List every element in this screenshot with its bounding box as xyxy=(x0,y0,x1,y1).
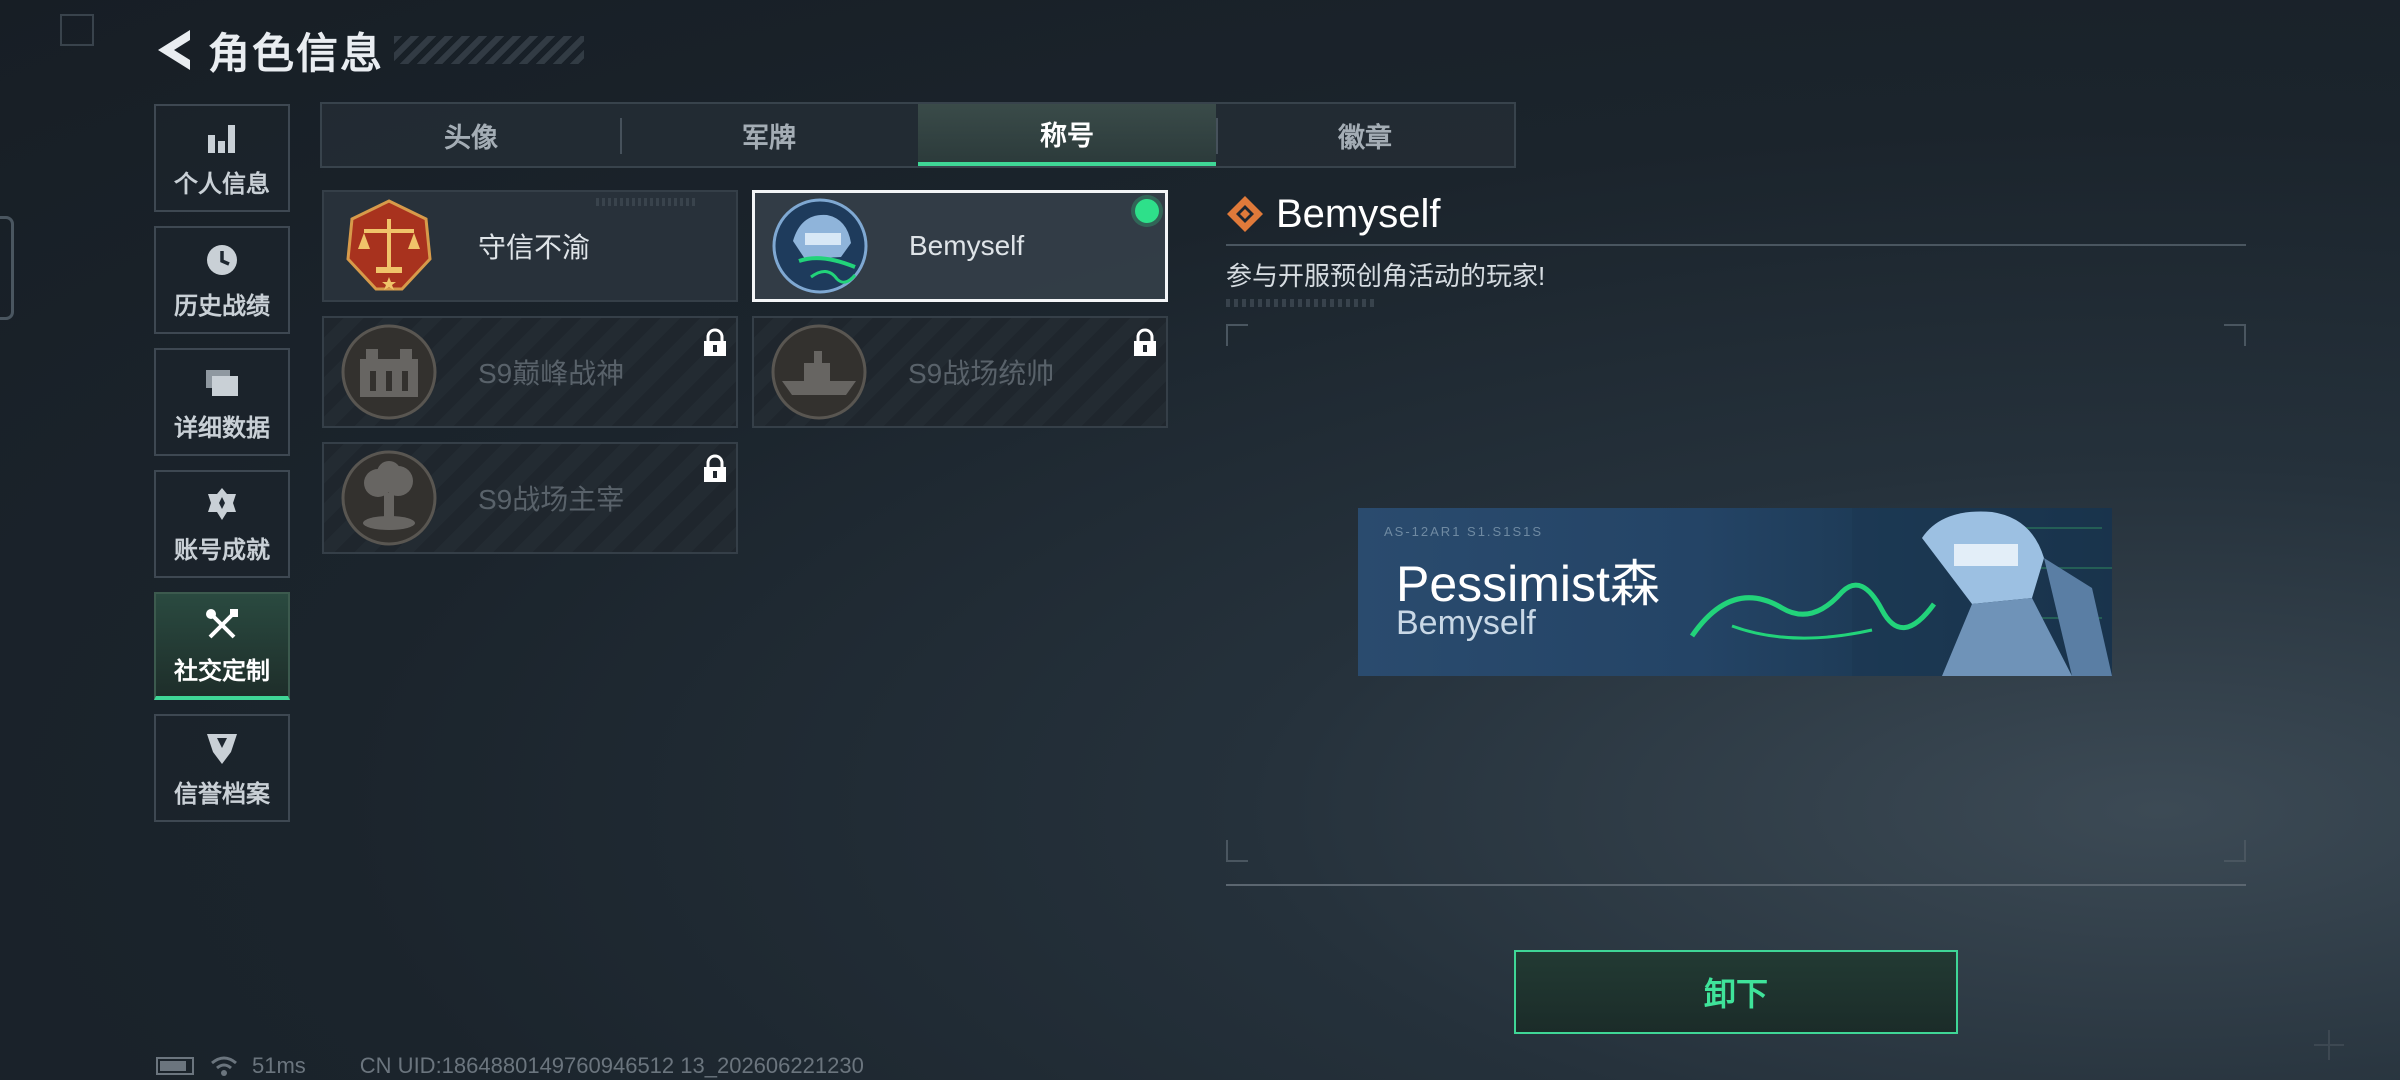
nav-label: 社交定制 xyxy=(174,657,270,685)
nav-item-history[interactable]: 历史战绩 xyxy=(154,226,290,334)
title-card-s9-peak[interactable]: S9巅峰战神 xyxy=(322,316,738,428)
nav-label: 个人信息 xyxy=(174,170,270,198)
nav-item-details[interactable]: 详细数据 xyxy=(154,348,290,456)
side-nav: 个人信息 历史战绩 详细数据 账号成就 社交定制 信誉档案 xyxy=(154,104,290,836)
back-button[interactable] xyxy=(150,22,198,78)
frame-corner xyxy=(1226,840,1248,862)
tools-icon xyxy=(202,605,242,645)
title-card-name: S9战场统帅 xyxy=(908,358,1055,389)
corner-marker xyxy=(60,14,94,46)
nav-item-achievements[interactable]: 账号成就 xyxy=(154,470,290,578)
nav-item-reputation[interactable]: 信誉档案 xyxy=(154,714,290,822)
description-decoration xyxy=(1226,299,1376,307)
divider xyxy=(1226,244,2246,246)
preview-baseline xyxy=(1226,884,2246,886)
title-card-s9-commander[interactable]: S9战场统帅 xyxy=(752,316,1168,428)
wifi-icon xyxy=(211,1056,237,1076)
folder-icon xyxy=(202,362,242,402)
soldier-art-icon xyxy=(1689,508,2112,676)
back-arrow-icon xyxy=(158,30,190,70)
equipped-indicator xyxy=(1135,199,1159,223)
title-card-name: S9巅峰战神 xyxy=(478,358,625,389)
lock-icon xyxy=(704,454,726,482)
title-decoration xyxy=(394,36,585,64)
history-icon xyxy=(202,240,242,280)
title-card-name: 守信不渝 xyxy=(478,232,591,263)
title-card-s9-dominator[interactable]: S9战场主宰 xyxy=(322,442,738,554)
header: 角色信息 xyxy=(150,22,585,78)
fortress-emblem-icon xyxy=(341,324,437,420)
tab-bar: 头像 军牌 称号 徽章 xyxy=(320,102,1516,168)
title-detail-panel: Bemyself 参与开服预创角活动的玩家! xyxy=(1226,188,2246,307)
nav-item-social[interactable]: 社交定制 xyxy=(154,592,290,700)
battery-icon xyxy=(156,1057,194,1075)
crosshair-icon xyxy=(2314,1030,2344,1060)
lock-icon xyxy=(704,328,726,356)
tab-badge[interactable]: 徽章 xyxy=(1216,104,1514,166)
frame-corner xyxy=(2224,840,2246,862)
title-card-name: S9战场主宰 xyxy=(478,484,625,515)
nav-label: 历史战绩 xyxy=(174,292,270,320)
nav-label: 账号成就 xyxy=(174,536,270,564)
ship-emblem-icon xyxy=(771,324,867,420)
card-decoration xyxy=(596,198,696,206)
tab-title[interactable]: 称号 xyxy=(918,104,1216,166)
detail-header: Bemyself xyxy=(1226,188,2246,240)
title-card-bemyself[interactable]: Bemyself xyxy=(752,190,1168,302)
title-card-name: Bemyself xyxy=(909,230,1025,261)
side-edge-tab xyxy=(0,216,14,320)
achievement-icon xyxy=(202,484,242,524)
detail-title: Bemyself xyxy=(1276,191,1441,236)
soldier-emblem-icon xyxy=(772,198,868,294)
page-title: 角色信息 xyxy=(208,29,385,77)
nav-label: 信誉档案 xyxy=(174,780,270,808)
title-card-shouxin[interactable]: 守信不渝 xyxy=(322,190,738,302)
banner-title: Bemyself xyxy=(1396,604,1536,642)
unequip-button[interactable]: 卸下 xyxy=(1514,950,1958,1034)
shield-icon xyxy=(202,728,242,768)
ping-value: 51ms xyxy=(252,1053,306,1078)
bar-chart-icon xyxy=(202,118,242,158)
frame-corner xyxy=(2224,324,2246,346)
explosion-emblem-icon xyxy=(341,450,437,546)
banner-code: AS-12AR1 S1.S1S1S xyxy=(1384,524,1544,539)
diamond-icon xyxy=(1227,196,1263,232)
status-bar: 51ms CN UID:1864880149760946512 13_20260… xyxy=(156,1053,864,1078)
nav-label: 详细数据 xyxy=(174,414,270,442)
detail-description: 参与开服预创角活动的玩家! xyxy=(1226,261,1546,291)
uid-text: CN UID:1864880149760946512 13_2026062212… xyxy=(359,1053,864,1078)
scales-emblem-icon xyxy=(346,199,432,291)
tab-dog-tag[interactable]: 军牌 xyxy=(620,104,918,166)
frame-corner xyxy=(1226,324,1248,346)
tab-avatar[interactable]: 头像 xyxy=(322,104,620,166)
nav-item-profile[interactable]: 个人信息 xyxy=(154,104,290,212)
lock-icon xyxy=(1134,328,1156,356)
title-banner-preview: AS-12AR1 S1.S1S1S Pessimist森 Bemyself xyxy=(1358,508,2112,676)
